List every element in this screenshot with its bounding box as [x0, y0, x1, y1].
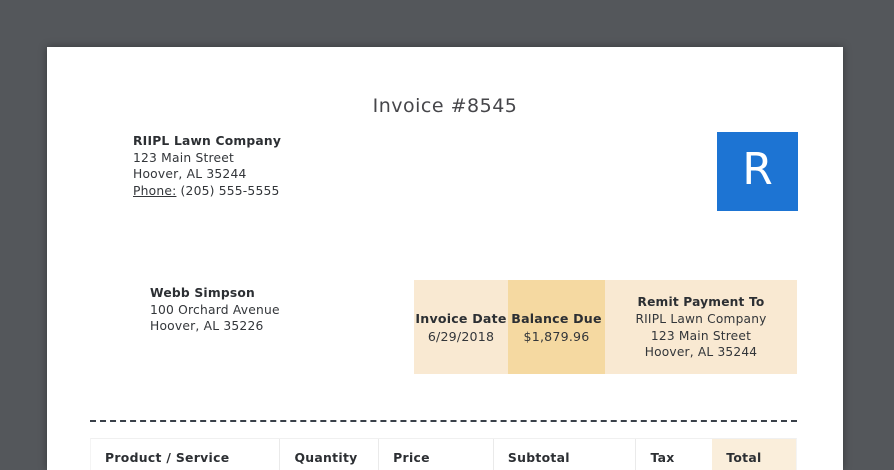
company-address-line1: 123 Main Street	[133, 150, 281, 167]
phone-number: (205) 555-5555	[181, 184, 280, 198]
line-items-header-row: Product / Service Quantity Price Subtota…	[90, 438, 797, 470]
company-address-block: RIIPL Lawn Company 123 Main Street Hoove…	[133, 133, 281, 199]
column-header-product-service: Product / Service	[91, 439, 279, 470]
client-name: Webb Simpson	[150, 285, 280, 302]
phone-label: Phone:	[133, 184, 176, 198]
remit-payment-box: Remit Payment To RIIPL Lawn Company 123 …	[605, 280, 797, 374]
invoice-page: Invoice #8545 RIIPL Lawn Company 123 Mai…	[47, 47, 843, 470]
remit-address-line1: 123 Main Street	[651, 328, 751, 345]
client-address-block: Webb Simpson 100 Orchard Avenue Hoover, …	[150, 285, 280, 335]
invoice-date-label: Invoice Date	[415, 311, 506, 326]
column-header-quantity: Quantity	[279, 439, 378, 470]
dashed-divider	[90, 420, 797, 422]
invoice-date-box: Invoice Date 6/29/2018	[414, 280, 508, 374]
client-address-line1: 100 Orchard Avenue	[150, 302, 280, 319]
logo-letter-r: R	[742, 148, 773, 196]
invoice-summary-row: Invoice Date 6/29/2018 Balance Due $1,87…	[414, 280, 797, 374]
column-header-subtotal: Subtotal	[493, 439, 636, 470]
column-header-tax: Tax	[635, 439, 712, 470]
balance-due-box: Balance Due $1,879.96	[508, 280, 605, 374]
column-header-price: Price	[378, 439, 493, 470]
company-logo: R	[717, 132, 798, 211]
company-phone-line: Phone: (205) 555-5555	[133, 183, 281, 200]
column-header-total: Total	[712, 439, 796, 470]
remit-payment-label: Remit Payment To	[638, 294, 765, 311]
balance-due-value: $1,879.96	[524, 329, 590, 344]
client-address-line2: Hoover, AL 35226	[150, 318, 280, 335]
company-address-line2: Hoover, AL 35244	[133, 166, 281, 183]
invoice-date-value: 6/29/2018	[428, 329, 494, 344]
company-name: RIIPL Lawn Company	[133, 133, 281, 150]
invoice-title: Invoice #8545	[47, 95, 843, 117]
balance-due-label: Balance Due	[511, 311, 601, 326]
remit-address-line2: Hoover, AL 35244	[645, 344, 758, 361]
remit-name: RIIPL Lawn Company	[635, 311, 766, 328]
